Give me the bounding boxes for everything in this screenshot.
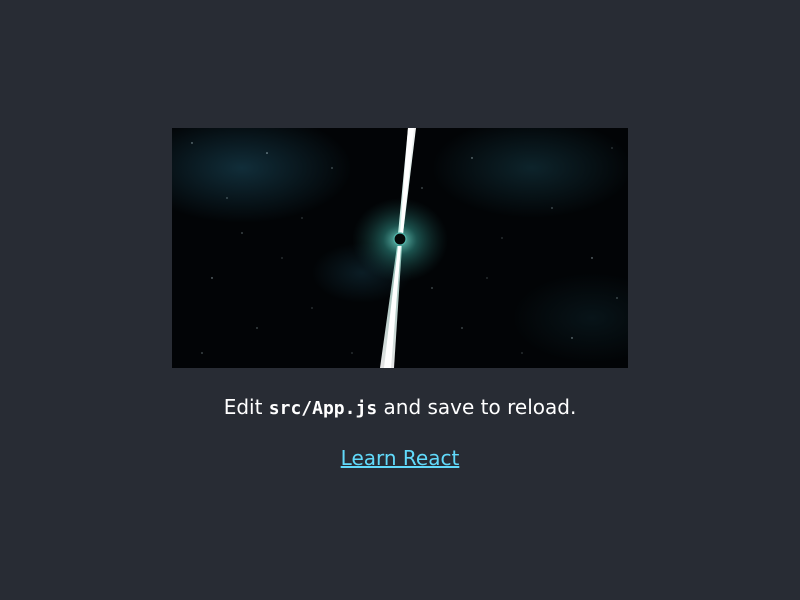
learn-react-link[interactable]: Learn React: [341, 446, 460, 470]
file-path-code: src/App.js: [268, 398, 378, 419]
link-container: Learn React: [0, 444, 800, 472]
edit-prefix: Edit: [223, 395, 269, 419]
edit-instruction-text: Edit src/App.js and save to reload.: [0, 393, 800, 423]
edit-suffix: and save to reload.: [377, 395, 577, 419]
hero-space-image: [172, 128, 628, 368]
app-root: Edit src/App.js and save to reload. Lear…: [0, 0, 800, 600]
